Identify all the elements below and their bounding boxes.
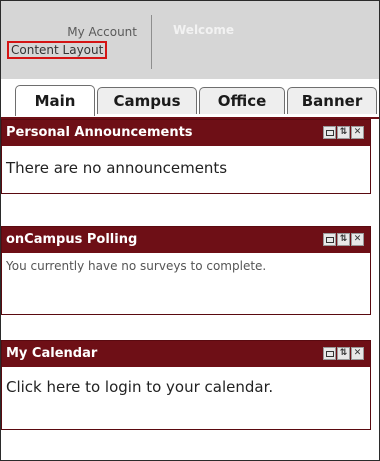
- portlet-controls: ⇅ ✕: [322, 233, 364, 259]
- portlet-title: My Calendar: [6, 346, 98, 361]
- tab-campus[interactable]: Campus: [97, 87, 197, 114]
- move-icon[interactable]: ⇅: [337, 233, 350, 246]
- portlet-controls: ⇅ ✕: [322, 347, 364, 373]
- tab-office[interactable]: Office: [199, 87, 285, 114]
- tab-banner[interactable]: Banner: [287, 87, 377, 114]
- my-calendar-portlet: My Calendar ⇅ ✕ Click here to login to yo…: [1, 340, 371, 430]
- minimize-icon[interactable]: [323, 233, 336, 246]
- portal-frame: My Account Content Layout Welcome Main C…: [0, 0, 380, 461]
- header-divider: [151, 15, 152, 69]
- content-layout-link[interactable]: Content Layout: [7, 41, 108, 59]
- minimize-icon[interactable]: [323, 347, 336, 360]
- move-icon[interactable]: ⇅: [337, 126, 350, 139]
- tab-main[interactable]: Main: [15, 85, 95, 116]
- close-icon[interactable]: ✕: [351, 233, 364, 246]
- portlet-header: Personal Announcements ⇅ ✕: [2, 120, 370, 146]
- move-icon[interactable]: ⇅: [337, 347, 350, 360]
- tab-bar: Main Campus Office Banner: [1, 85, 379, 117]
- oncampus-polling-portlet: onCampus Polling ⇅ ✕ You currently have n…: [1, 226, 371, 315]
- personal-announcements-portlet: Personal Announcements ⇅ ✕ There are no a…: [1, 119, 371, 194]
- my-account-link[interactable]: My Account: [7, 25, 143, 39]
- welcome-text: Welcome: [173, 23, 235, 37]
- close-icon[interactable]: ✕: [351, 347, 364, 360]
- portlet-header: My Calendar ⇅ ✕: [2, 341, 370, 367]
- close-icon[interactable]: ✕: [351, 126, 364, 139]
- portlet-body: There are no announcements: [6, 159, 228, 177]
- minimize-icon[interactable]: [323, 126, 336, 139]
- portlet-header: onCampus Polling ⇅ ✕: [2, 227, 370, 253]
- portlet-title: Personal Announcements: [6, 125, 193, 140]
- portlet-body: You currently have no surveys to complet…: [6, 259, 267, 273]
- account-links: My Account Content Layout: [7, 25, 143, 59]
- portlet-title: onCampus Polling: [6, 232, 138, 247]
- portlet-controls: ⇅ ✕: [322, 126, 364, 152]
- top-bar: My Account Content Layout Welcome: [1, 1, 379, 79]
- calendar-login-link[interactable]: Click here to login to your calendar.: [2, 367, 370, 405]
